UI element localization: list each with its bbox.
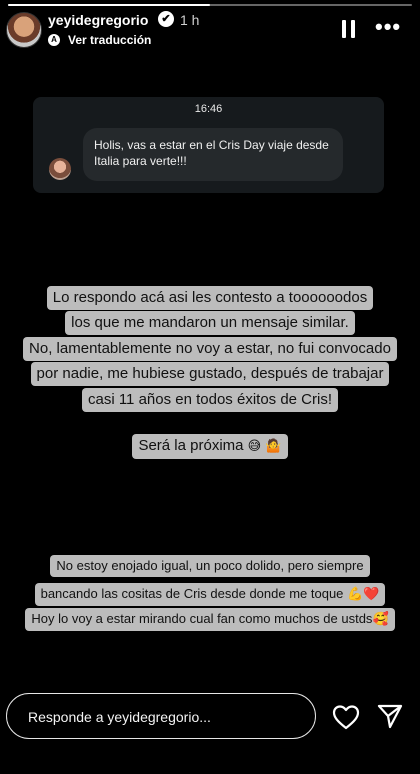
translate-icon: A (48, 34, 60, 46)
dm-timestamp: 16:46 (194, 103, 223, 115)
caption-line: los que me mandaron un mensaje similar. (65, 311, 355, 335)
caption-line: No estoy enojado igual, un poco dolido, … (50, 555, 370, 577)
username[interactable]: yeyidegregorio (48, 12, 148, 28)
caption-line: Lo respondo acá asi les contesto a toooo… (46, 286, 374, 310)
caption-line: No, lamentablemente no voy a estar, no f… (23, 337, 397, 361)
muscle-heart-emoji: 💪❤️ (347, 587, 380, 602)
reply-placeholder: Responde a yeyidegregorio... (28, 709, 211, 725)
dm-screenshot-card: 16:46 Holis, vas a estar en el Cris Day … (33, 97, 384, 193)
caption-line-text: bancando las cositas de Cris desde donde… (40, 586, 344, 601)
caption-line: por nadie, me hubiese gustado, después d… (30, 362, 390, 386)
pause-icon[interactable] (342, 20, 356, 38)
caption-line: casi 11 años en todos éxitos de Cris! (81, 388, 339, 412)
dm-sender-avatar (49, 158, 71, 180)
sweat-smile-emoji: 😅 🤷 (247, 439, 282, 454)
story-header: yeyidegregorio ✔ 1 h A Ver traducción ••… (0, 8, 420, 52)
send-icon[interactable] (377, 703, 403, 729)
caption-line: Hoy lo voy a estar mirando cual fan como… (25, 608, 395, 631)
see-translation-link[interactable]: Ver traducción (68, 33, 151, 47)
caption-line-text: Será la próxima (138, 437, 244, 454)
caption-line-text: Hoy lo voy a estar mirando cual fan como… (31, 611, 373, 626)
heart-icon[interactable] (332, 704, 360, 730)
smiling-hearts-emoji: 🥰 (372, 612, 389, 627)
caption-line: Será la próxima 😅 🤷 (132, 434, 288, 459)
story-time-ago: 1 h (180, 12, 200, 28)
reply-input[interactable]: Responde a yeyidegregorio... (6, 693, 316, 739)
verified-badge-icon: ✔ (158, 11, 174, 27)
story-progress-fill (8, 4, 210, 6)
dm-message-bubble: Holis, vas a estar en el Cris Day viaje … (83, 128, 343, 181)
story-progress-bar (8, 4, 412, 6)
dm-message-text: Holis, vas a estar en el Cris Day viaje … (94, 138, 329, 168)
caption-line: bancando las cositas de Cris desde donde… (34, 583, 386, 606)
more-icon[interactable]: ••• (375, 14, 401, 40)
avatar[interactable] (6, 12, 42, 48)
